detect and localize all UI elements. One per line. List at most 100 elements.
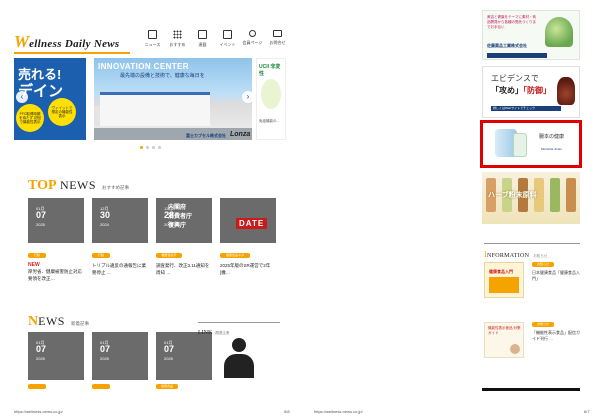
card-title[interactable]: 厚労省、健康被害防止対応要領を改正…: [28, 269, 84, 282]
nav-label: 会員ページ: [242, 40, 263, 45]
top-news-heading: TOP NEWS おすすめ記事: [28, 176, 129, 194]
card-day: 07: [36, 210, 47, 220]
banner-circle: ヴィイットで想定の機能性表示: [48, 98, 76, 126]
card-image: 01月 07 2025: [28, 198, 84, 243]
card-tag[interactable]: 行政: [28, 253, 46, 258]
card-year: 2024: [164, 222, 173, 227]
hero-carousel[interactable]: 売れる! デイン FFC取得時期を待たず 初回で機能性表示 ヴィイットで想定の機…: [14, 58, 286, 140]
product-image: [261, 79, 281, 109]
right-page: 美容と健康をテーマに素材・商品開発から各種の受託づくりまでお手伝い 佐藤薬品工業…: [300, 0, 600, 420]
chevron-right-icon[interactable]: ›: [242, 91, 254, 103]
building-image: [100, 92, 210, 126]
carousel-dot[interactable]: [140, 146, 143, 149]
card-tag[interactable]: [92, 384, 110, 389]
footer-url: https://wellness-news.co.jp/: [14, 409, 63, 414]
calendar-icon: [223, 30, 232, 39]
sidebar-ad-4[interactable]: ハーブ粉末原料: [482, 172, 580, 224]
ad-text: ハーブ粉末原料: [488, 192, 537, 199]
grid-icon: [173, 30, 182, 39]
info-title[interactable]: 日本健康食品「健康食品入門」: [532, 270, 580, 281]
product-image: [513, 133, 527, 157]
nav-label: おすすめ: [169, 42, 186, 47]
card-tag[interactable]: [28, 384, 46, 389]
carousel-dots: [140, 146, 161, 149]
nav-label: 連載: [198, 42, 207, 47]
nav-item-news[interactable]: ニュース: [140, 30, 165, 48]
footer-url: https://wellness-news.co.jp/: [314, 409, 363, 414]
heading-accent: TOP: [28, 178, 57, 193]
card-image: 01月 07 2025: [28, 332, 84, 380]
logo-text: ellness Daily News: [29, 38, 120, 50]
new-badge: NEW: [28, 262, 40, 268]
chevron-left-icon[interactable]: ‹: [16, 91, 28, 103]
news-card[interactable]: 01月 07 2025 行政 NEW 厚労省、健康被害防止対応要領を改正…: [28, 198, 84, 282]
heading-rest: EWS: [38, 314, 65, 328]
news-card[interactable]: [220, 332, 260, 389]
card-tag[interactable]: 健康食品: [156, 384, 178, 389]
nav-item-events[interactable]: イベント: [215, 30, 240, 48]
info-tag[interactable]: お知らせ: [532, 262, 554, 267]
banner-title: INNOVATION CENTER: [98, 62, 189, 71]
carousel-dot[interactable]: [152, 146, 155, 149]
nav-item-contact[interactable]: お問合せ: [265, 30, 290, 48]
nav-item-members[interactable]: 会員ページ: [240, 30, 265, 48]
news-card[interactable]: 12月 30 2024 行政 トリプル違反の通報告に業務停止 …: [92, 198, 148, 282]
heading-subtitle: 関連企業: [215, 331, 230, 335]
ad-brand: Morishita Jintan: [541, 147, 563, 151]
banner-brand: 富士カプセル株式会社: [186, 133, 226, 138]
banner-circle: FFC取得時期を待たず 初回で機能性表示: [16, 104, 44, 132]
banner-title: UCII 非変性: [259, 64, 281, 77]
sidebar-ad-3-highlighted[interactable]: 腸本の健康 Morishita Jintan: [480, 120, 582, 168]
footer-page: 5/8: [284, 409, 290, 414]
ad-brand: 佐藤薬品工業株式会社: [487, 43, 527, 48]
carousel-dot[interactable]: [158, 146, 161, 149]
info-title[interactable]: 「機能性表示食品」配信ガイド刊行 …: [532, 330, 580, 341]
card-tag[interactable]: 機能性表示: [156, 253, 182, 258]
bottle-image: [550, 178, 560, 212]
news-cards: 01月 07 2025 01月 07 2025 01月 07 2025 健康食品: [28, 332, 260, 389]
sidebar-ad-2[interactable]: エビデンスで 「攻め」「防御」 詳しくはWebサイトでチェック: [482, 66, 580, 118]
newspaper-icon: [148, 30, 157, 39]
card-tag[interactable]: 健康食品ネタ: [220, 253, 250, 258]
bottle-image: [566, 178, 576, 212]
card-year: 2025: [36, 356, 45, 361]
thumb-title: 機能性表示食品 対策ガイド: [488, 326, 521, 335]
info-tag[interactable]: お知らせ: [532, 322, 554, 327]
card-title[interactable]: トリプル違反の通報告に業務停止 …: [92, 263, 148, 276]
news-heading: NEWS 新着記事: [28, 312, 89, 330]
ad-line2a: 「攻め」: [491, 86, 523, 95]
news-card[interactable]: DATE 健康食品ネタ 2025年版のSR運営で2年[機…: [220, 198, 276, 282]
ad-footer: 詳しくはWebサイトでチェック: [491, 106, 561, 111]
news-card[interactable]: 01月 07 2025 健康食品: [156, 332, 212, 389]
ad-text: 美容と健康をテーマに素材・商品開発から各種の受託づくりまでお手伝い: [487, 15, 536, 29]
card-image: 01月 07 2025: [156, 332, 212, 380]
card-day: 30: [100, 210, 111, 220]
info-item[interactable]: 健康食品入門 お知らせ 日本健康食品「健康食品入門」: [484, 262, 580, 300]
card-image: 内閣府 消費者庁 復興庁 12月 28 2024: [156, 198, 212, 243]
card-year: 2024: [100, 222, 109, 227]
card-title[interactable]: 2025年版のSR運営で2年[機…: [220, 263, 276, 276]
divider: [482, 388, 580, 391]
top-news-cards: 01月 07 2025 行政 NEW 厚労省、健康被害防止対応要領を改正… 12…: [28, 198, 276, 282]
news-card[interactable]: 01月 07 2025: [92, 332, 148, 389]
sidebar-ad-1[interactable]: 美容と健康をテーマに素材・商品開発から各種の受託づくりまでお手伝い 佐藤薬品工業…: [482, 10, 580, 60]
nav-item-series[interactable]: 連載: [190, 30, 215, 48]
news-card[interactable]: 01月 07 2025: [28, 332, 84, 389]
hero-banner-2[interactable]: INNOVATION CENTER 最先端の設備と技術で、健康な毎日を 富士カプ…: [94, 58, 252, 140]
card-tag[interactable]: 行政: [92, 253, 110, 258]
book-cover: [489, 277, 519, 293]
info-item[interactable]: 機能性表示食品 対策ガイド お知らせ 「機能性表示食品」配信ガイド刊行 …: [484, 322, 580, 360]
info-thumbnail: 健康食品入門: [484, 262, 524, 298]
nav-item-recommended[interactable]: おすすめ: [165, 30, 190, 48]
hero-banner-3[interactable]: UCII 非変性 免疫機能の...: [256, 58, 286, 140]
link-heading: LINK 関連企業: [198, 330, 229, 336]
banner-subtitle: 最先端の設備と技術で、健康な毎日を: [120, 73, 205, 79]
heading-subtitle: おすすめ記事: [102, 185, 130, 190]
carousel-dot[interactable]: [146, 146, 149, 149]
news-card[interactable]: 内閣府 消費者庁 復興庁 12月 28 2024 機能性表示 調査発行、改正3.…: [156, 198, 212, 282]
ad-title: 腸本の健康: [539, 134, 565, 140]
face-image: [510, 344, 520, 354]
card-title[interactable]: 調査発行、改正3.11通知を周知 …: [156, 263, 212, 276]
mail-icon: [273, 30, 282, 37]
site-logo[interactable]: W ellness Daily News: [14, 32, 119, 52]
